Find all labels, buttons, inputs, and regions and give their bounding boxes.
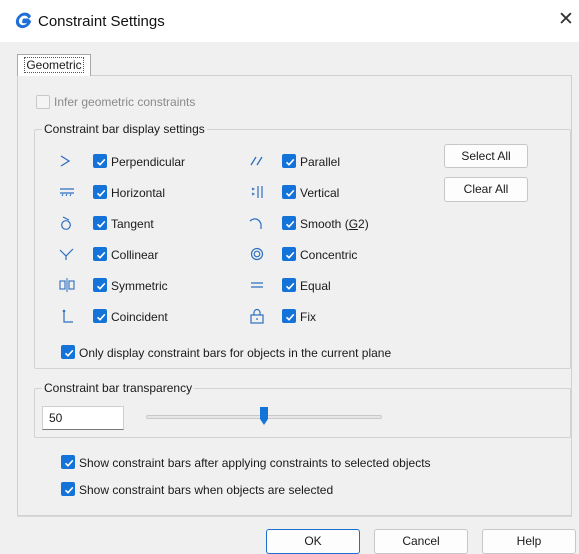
clear-all-button[interactable]: Clear All	[444, 177, 528, 202]
transparency-legend: Constraint bar transparency	[42, 381, 195, 395]
dialog-title: Constraint Settings	[38, 13, 165, 30]
tab-geometric[interactable]: Geometric	[17, 54, 91, 76]
equal-checkbox[interactable]	[282, 278, 296, 292]
symmetric-checkbox[interactable]	[93, 278, 107, 292]
tangent-icon	[61, 216, 71, 230]
coincident-checkbox[interactable]	[93, 309, 107, 323]
equal-label: Equal	[300, 279, 331, 293]
app-logo-icon	[15, 12, 31, 29]
horizontal-checkbox[interactable]	[93, 185, 107, 199]
perpendicular-label: Perpendicular	[111, 155, 186, 169]
coincident-label: Coincident	[111, 310, 168, 324]
smooth-label-tail: 2)	[358, 217, 369, 231]
perpendicular-icon	[60, 155, 71, 167]
parallel-checkbox[interactable]	[282, 154, 296, 168]
fix-checkbox[interactable]	[282, 309, 296, 323]
display-settings-legend: Constraint bar display settings	[42, 122, 207, 136]
infer-constraints-checkbox[interactable]	[36, 95, 50, 109]
show-when-selected-label: Show constraint bars when objects are se…	[79, 483, 334, 497]
help-button[interactable]: Help	[482, 529, 576, 554]
cancel-button[interactable]: Cancel	[374, 529, 468, 554]
show-after-apply-label: Show constraint bars after applying cons…	[79, 456, 431, 470]
vertical-icon	[251, 186, 263, 198]
vertical-checkbox[interactable]	[282, 185, 296, 199]
coincident-icon	[62, 309, 73, 323]
vertical-label: Vertical	[300, 186, 340, 200]
tangent-label: Tangent	[111, 217, 154, 231]
parallel-icon	[250, 156, 263, 166]
title-bar: Constraint Settings ✕	[0, 0, 579, 42]
collinear-label: Collinear	[111, 248, 159, 262]
concentric-checkbox[interactable]	[282, 247, 296, 261]
smooth-icon	[249, 218, 262, 229]
equal-icon	[251, 282, 263, 288]
collinear-checkbox[interactable]	[93, 247, 107, 261]
show-when-selected-checkbox[interactable]	[61, 482, 75, 496]
show-after-apply-checkbox[interactable]	[61, 455, 75, 469]
transparency-value-input[interactable]: 50	[42, 406, 124, 430]
collinear-icon	[59, 248, 74, 260]
current-plane-checkbox[interactable]	[61, 345, 75, 359]
smooth-label: Smooth (G2)	[300, 217, 369, 231]
concentric-label: Concentric	[300, 248, 358, 262]
fix-label: Fix	[300, 310, 316, 324]
current-plane-label: Only display constraint bars for objects…	[79, 346, 392, 360]
tangent-checkbox[interactable]	[93, 216, 107, 230]
footer-separator	[17, 516, 572, 517]
fix-icon	[250, 308, 264, 324]
close-icon[interactable]: ✕	[556, 9, 576, 31]
infer-constraints-label: Infer geometric constraints	[54, 95, 196, 109]
concentric-icon	[250, 247, 264, 261]
horizontal-label: Horizontal	[111, 186, 166, 200]
symmetric-label: Symmetric	[111, 279, 168, 293]
symmetric-icon	[59, 278, 75, 292]
tab-label: Geometric	[24, 57, 84, 73]
perpendicular-checkbox[interactable]	[93, 154, 107, 168]
select-all-button[interactable]: Select All	[444, 144, 528, 168]
smooth-label-head: Smooth (	[300, 217, 349, 231]
transparency-slider-thumb[interactable]	[259, 406, 269, 426]
horizontal-icon	[60, 188, 74, 197]
ok-button[interactable]: OK	[266, 529, 360, 554]
smooth-label-mnemonic: G	[348, 217, 359, 231]
parallel-label: Parallel	[300, 155, 341, 169]
smooth-checkbox[interactable]	[282, 216, 296, 230]
